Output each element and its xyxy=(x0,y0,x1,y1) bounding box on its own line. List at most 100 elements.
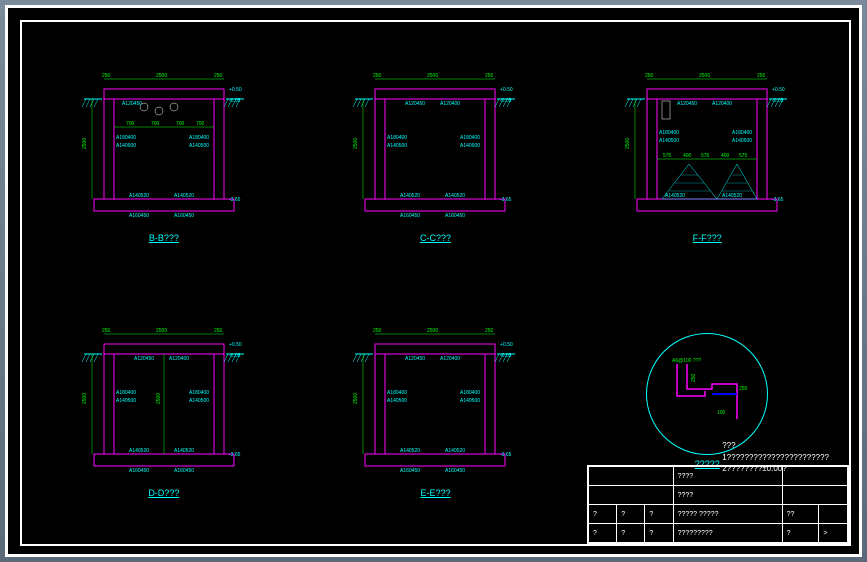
svg-text:2500: 2500 xyxy=(82,392,88,403)
svg-text:-3.65: -3.65 xyxy=(229,197,241,203)
section-dd-label: D-D??? xyxy=(148,488,179,498)
svg-text:A140520: A140520 xyxy=(174,193,194,199)
section-ee: 250 2500 250 2500 +0.50 -0.05 -3.65 A120… xyxy=(302,285,570,536)
svg-text:A140500: A140500 xyxy=(387,398,407,404)
svg-text:A180400: A180400 xyxy=(387,135,407,141)
svg-text:-0.05: -0.05 xyxy=(229,98,241,104)
tb-r2c5: ?? xyxy=(782,505,819,524)
svg-text:A140500: A140500 xyxy=(659,138,679,144)
svg-text:250: 250 xyxy=(739,386,748,392)
svg-text:2500: 2500 xyxy=(353,137,359,148)
svg-text:2500: 2500 xyxy=(156,73,167,79)
svg-text:250: 250 xyxy=(102,73,111,79)
title-block: ???? ???? ? ? ? ????? ????? ?? ? ? ? ???… xyxy=(587,465,849,544)
svg-text:700: 700 xyxy=(151,121,160,127)
svg-text:A160450: A160450 xyxy=(445,213,465,219)
svg-text:-0.05: -0.05 xyxy=(772,98,784,104)
svg-text:-0.05: -0.05 xyxy=(500,98,512,104)
inner-frame: 700 700 700 700 250 2500 250 2500 +0.50 … xyxy=(20,20,851,546)
section-bb-svg: 700 700 700 700 250 2500 250 2500 +0.50 … xyxy=(74,69,254,229)
svg-text:700: 700 xyxy=(126,121,135,127)
svg-text:A140500: A140500 xyxy=(460,143,480,149)
section-ee-svg: 250 2500 250 2500 +0.50 -0.05 -3.65 A120… xyxy=(345,324,525,484)
svg-text:A180400: A180400 xyxy=(116,390,136,396)
svg-text:A120400: A120400 xyxy=(440,356,460,362)
svg-text:A160450: A160450 xyxy=(129,468,149,474)
tb-r3c3: ? xyxy=(645,524,673,543)
tb-r3c2: ? xyxy=(617,524,645,543)
section-dd: 250 2500 250 2500 2500 +0.50 -0.05 -3.65… xyxy=(30,285,298,536)
tb-r2c2: ? xyxy=(617,505,645,524)
svg-text:575: 575 xyxy=(701,153,710,159)
svg-text:A160450: A160450 xyxy=(400,213,420,219)
svg-text:250: 250 xyxy=(691,373,697,382)
section-ff-svg: 575 400 575 400 575 250 2500 250 2500 +0… xyxy=(617,69,797,229)
notes-line1: 1??????????????????????? xyxy=(722,452,829,463)
svg-text:2500: 2500 xyxy=(699,73,710,79)
svg-text:A160450: A160450 xyxy=(129,213,149,219)
section-cc: 250 2500 250 2500 +0.50 -0.05 -3.65 A120… xyxy=(302,30,570,281)
title-table: ???? ???? ? ? ? ????? ????? ?? ? ? ? ???… xyxy=(588,466,848,543)
svg-text:A160450: A160450 xyxy=(174,468,194,474)
svg-text:250: 250 xyxy=(645,73,654,79)
section-bb-label: B-B??? xyxy=(149,233,179,243)
svg-text:A120400: A120400 xyxy=(440,101,460,107)
svg-text:A160450: A160450 xyxy=(400,468,420,474)
svg-text:+0.50: +0.50 xyxy=(229,87,242,93)
tb-r1c1: ???? xyxy=(673,467,782,486)
svg-text:700: 700 xyxy=(196,121,205,127)
svg-text:2500: 2500 xyxy=(156,392,162,403)
svg-text:A140520: A140520 xyxy=(400,193,420,199)
svg-text:250: 250 xyxy=(373,328,382,334)
svg-text:A140520: A140520 xyxy=(129,193,149,199)
svg-text:A180400: A180400 xyxy=(387,390,407,396)
svg-text:A120450: A120450 xyxy=(122,101,142,107)
tb-r3c5: ? xyxy=(782,524,819,543)
svg-text:A6@100 ???: A6@100 ??? xyxy=(672,358,701,364)
svg-text:A140520: A140520 xyxy=(129,448,149,454)
svg-text:250: 250 xyxy=(757,73,766,79)
svg-text:A120400: A120400 xyxy=(712,101,732,107)
svg-text:+0.50: +0.50 xyxy=(229,342,242,348)
svg-text:575: 575 xyxy=(663,153,672,159)
svg-text:575: 575 xyxy=(739,153,748,159)
svg-text:A180400: A180400 xyxy=(732,130,752,136)
svg-text:A140500: A140500 xyxy=(189,398,209,404)
svg-text:-3.65: -3.65 xyxy=(500,452,512,458)
section-cc-svg: 250 2500 250 2500 +0.50 -0.05 -3.65 A120… xyxy=(345,69,525,229)
svg-text:400: 400 xyxy=(683,153,692,159)
svg-text:A140520: A140520 xyxy=(400,448,420,454)
svg-text:A120400: A120400 xyxy=(169,356,189,362)
svg-text:A180400: A180400 xyxy=(460,135,480,141)
svg-text:-0.05: -0.05 xyxy=(229,353,241,359)
svg-text:+0.50: +0.50 xyxy=(500,87,513,93)
svg-text:A160450: A160450 xyxy=(445,468,465,474)
tb-r3c1: ? xyxy=(589,524,617,543)
tb-r2c3: ? xyxy=(645,505,673,524)
svg-text:A180400: A180400 xyxy=(460,390,480,396)
detail-svg: A6@100 ??? 250 250 100 xyxy=(647,334,767,454)
section-ff: 575 400 575 400 575 250 2500 250 2500 +0… xyxy=(573,30,841,281)
svg-text:A180400: A180400 xyxy=(189,135,209,141)
svg-text:A140520: A140520 xyxy=(445,448,465,454)
svg-text:A140500: A140500 xyxy=(387,143,407,149)
svg-text:A120450: A120450 xyxy=(134,356,154,362)
tb-r1c2: ???? xyxy=(673,486,782,505)
svg-text:A180400: A180400 xyxy=(189,390,209,396)
svg-text:100: 100 xyxy=(717,410,726,416)
svg-text:2500: 2500 xyxy=(156,328,167,334)
svg-text:A140500: A140500 xyxy=(732,138,752,144)
svg-text:A140520: A140520 xyxy=(665,193,685,199)
svg-text:400: 400 xyxy=(721,153,730,159)
svg-text:2500: 2500 xyxy=(82,137,88,148)
section-cc-label: C-C??? xyxy=(420,233,451,243)
svg-text:2500: 2500 xyxy=(427,328,438,334)
svg-text:+0.50: +0.50 xyxy=(772,87,785,93)
tb-r3c4: ????????? xyxy=(673,524,782,543)
svg-text:A160450: A160450 xyxy=(174,213,194,219)
svg-text:-0.05: -0.05 xyxy=(500,353,512,359)
svg-text:A140500: A140500 xyxy=(116,398,136,404)
svg-text:A140500: A140500 xyxy=(460,398,480,404)
svg-text:A140500: A140500 xyxy=(116,143,136,149)
detail-circle: A6@100 ??? 250 250 100 xyxy=(646,333,768,455)
